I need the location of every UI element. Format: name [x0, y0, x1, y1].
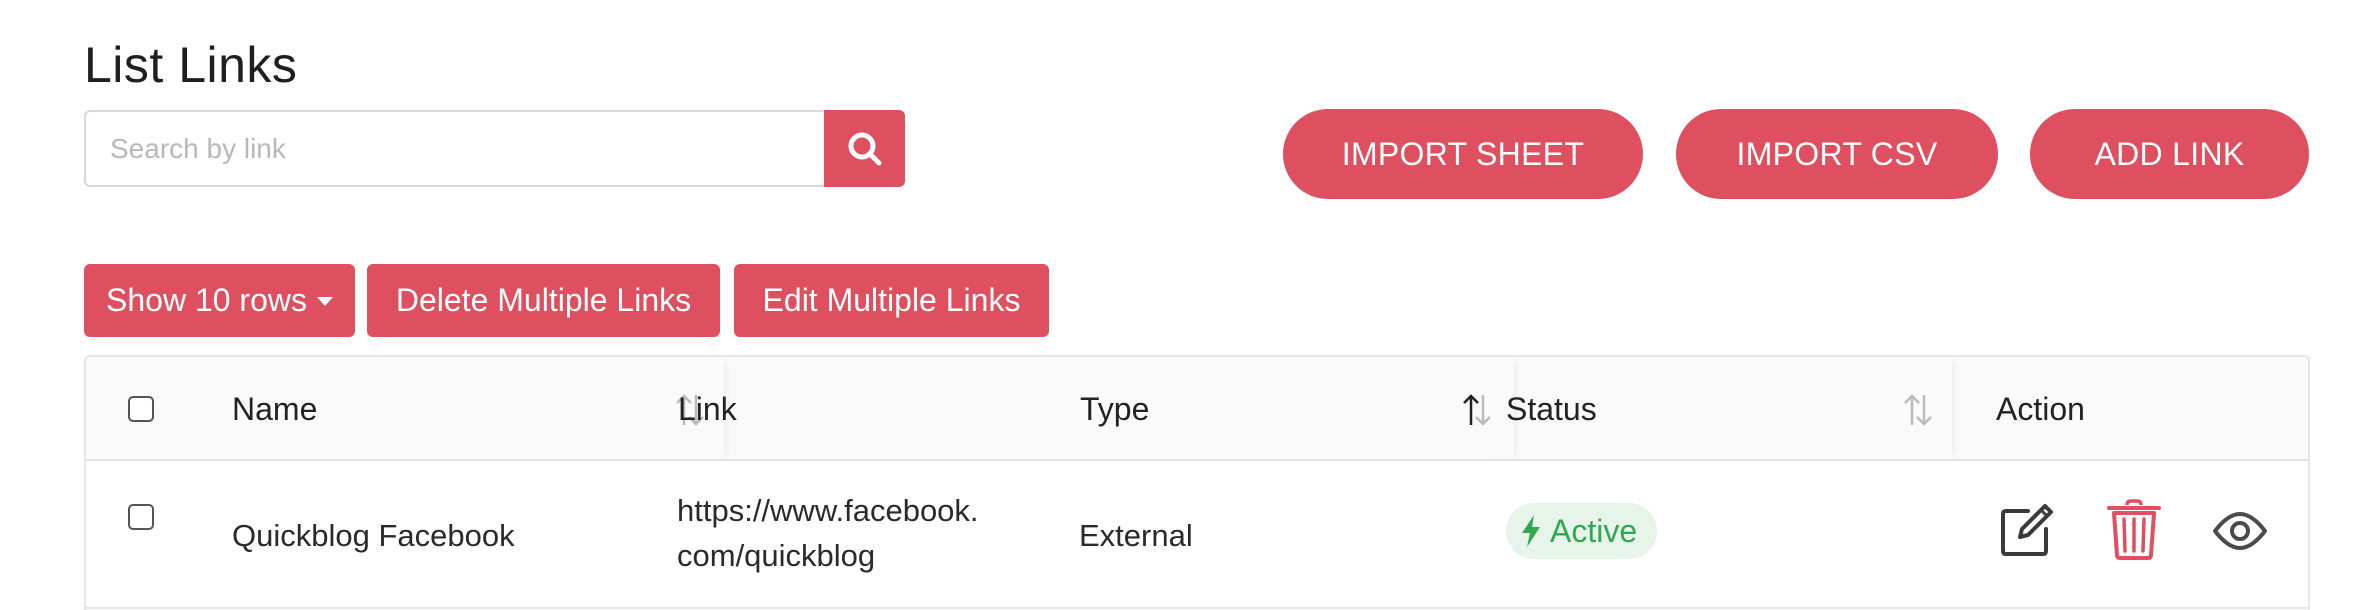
- column-header-type[interactable]: Type: [1046, 357, 1514, 461]
- show-rows-dropdown[interactable]: Show 10 rows: [84, 264, 355, 337]
- sort-icon: [1904, 394, 1932, 426]
- column-header-label: Status: [1506, 390, 1597, 427]
- column-header-label: Action: [1996, 390, 2085, 427]
- eye-icon[interactable]: [2212, 511, 2268, 551]
- page-title: List Links: [84, 37, 298, 93]
- column-header-name[interactable]: Name: [192, 357, 724, 461]
- edit-multiple-links-button[interactable]: Edit Multiple Links: [734, 264, 1049, 337]
- table-row: Quickblog Facebook https://www.facebook.…: [86, 463, 2308, 609]
- links-table: Name Link Type Status Action Quickblog F…: [84, 355, 2310, 610]
- import-csv-button[interactable]: IMPORT CSV: [1676, 109, 1998, 199]
- link-name: Quickblog Facebook: [232, 518, 515, 553]
- delete-multiple-links-button[interactable]: Delete Multiple Links: [367, 264, 720, 337]
- link-type: External: [1079, 518, 1193, 553]
- status-label: Active: [1550, 512, 1638, 549]
- list-links-page: List Links IMPORT SHEET IMPORT CSV ADD L…: [0, 0, 2376, 610]
- table-header: Name Link Type Status Action: [86, 357, 2308, 461]
- trash-icon[interactable]: [2106, 499, 2162, 561]
- column-header-label: Type: [1080, 390, 1150, 427]
- column-header-status[interactable]: Status: [1472, 357, 1952, 461]
- search-input[interactable]: [84, 110, 824, 187]
- lightning-icon: [1522, 515, 1540, 547]
- link-url-line: https://www.facebook.: [677, 493, 979, 528]
- add-link-button[interactable]: ADD LINK: [2030, 109, 2309, 199]
- edit-icon[interactable]: [1998, 501, 2056, 559]
- show-rows-label: Show 10 rows: [106, 282, 307, 318]
- select-all-checkbox[interactable]: [128, 396, 154, 422]
- column-header-action: Action: [1952, 357, 2302, 461]
- caret-down-icon: [316, 297, 333, 306]
- search-icon: [848, 132, 881, 165]
- status-badge: Active: [1506, 503, 1658, 559]
- search-button[interactable]: [824, 110, 905, 187]
- column-header-label: Name: [232, 390, 318, 427]
- import-sheet-button[interactable]: IMPORT SHEET: [1283, 109, 1643, 199]
- row-checkbox[interactable]: [128, 504, 154, 530]
- search-bar: [84, 110, 905, 187]
- column-header-label: Link: [678, 390, 737, 427]
- link-url: https://www.facebook. com/quickblog: [677, 488, 1007, 578]
- link-url-line: com/quickblog: [677, 538, 876, 573]
